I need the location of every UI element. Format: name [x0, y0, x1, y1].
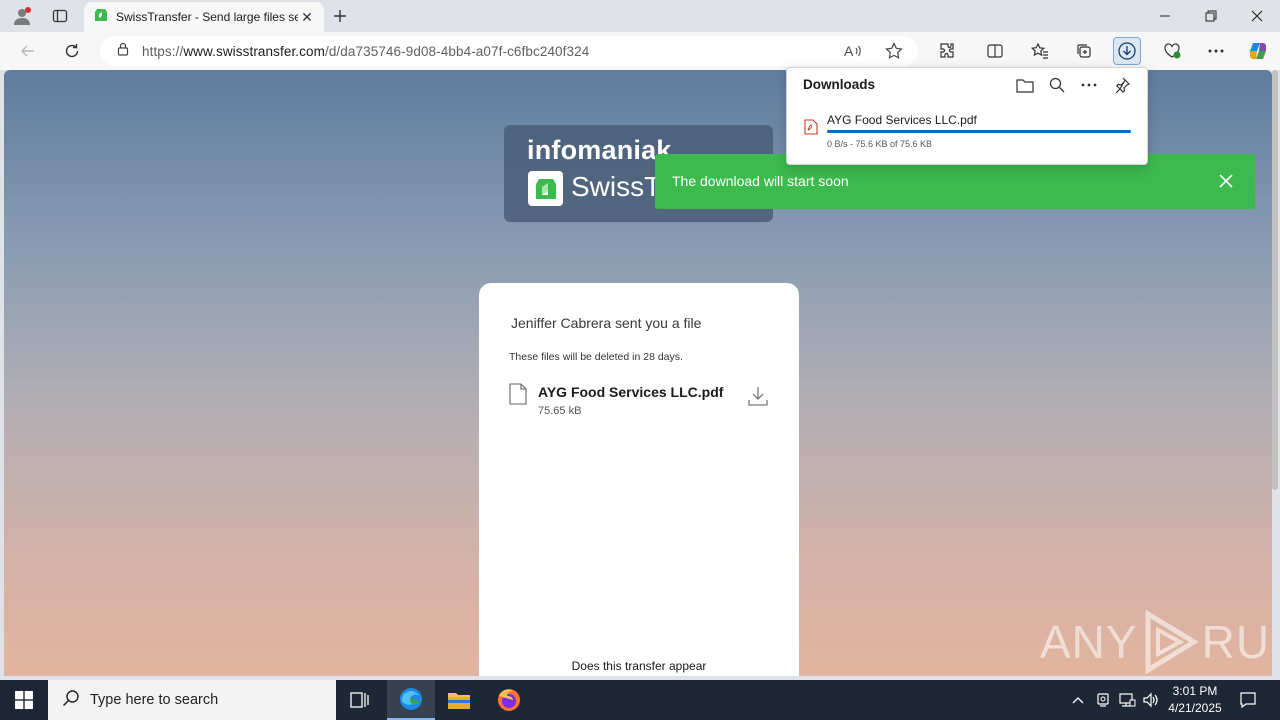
settings-more-icon[interactable] [1202, 37, 1230, 65]
anyrun-watermark: ANY RUN [1040, 610, 1272, 674]
close-window-button[interactable] [1234, 0, 1280, 32]
toast-message: The download will start soon [672, 173, 849, 189]
split-screen-icon[interactable] [981, 37, 1009, 65]
tab-close-icon[interactable]: ✕ [298, 8, 316, 26]
favorite-star-icon[interactable] [882, 39, 906, 63]
tab-title: SwissTransfer - Send large files se [116, 10, 298, 24]
product-name: SwissT [571, 171, 662, 202]
start-button[interactable] [0, 680, 48, 720]
file-size: 75.65 kB [538, 405, 582, 417]
search-downloads-icon[interactable] [1046, 74, 1068, 96]
swisstransfer-favicon [94, 8, 108, 27]
toast-close-icon[interactable] [1215, 170, 1237, 192]
taskbar-search-box[interactable]: Type here to search [48, 680, 336, 720]
browser-essentials-icon[interactable] [1158, 37, 1186, 65]
tab-actions-icon[interactable] [48, 4, 72, 28]
network-icon[interactable] [1117, 690, 1137, 710]
expiry-note: These files will be deleted in 28 days. [509, 351, 683, 363]
downloads-button[interactable] [1113, 37, 1141, 65]
read-aloud-icon[interactable]: A [841, 39, 865, 63]
volume-icon[interactable] [1141, 690, 1161, 710]
page-scrollbar[interactable] [1272, 70, 1278, 490]
downloads-panel: Downloads AYG Food Services LLC.pdf 0 B/… [786, 67, 1148, 165]
back-button[interactable] [14, 37, 42, 65]
file-name[interactable]: AYG Food Services LLC.pdf [538, 384, 723, 400]
clock-date: 4/21/2025 [1168, 701, 1222, 715]
taskbar-clock[interactable]: 3:01 PM 4/21/2025 [1160, 683, 1230, 717]
download-item-status: 0 B/s - 75.6 KB of 75.6 KB [827, 139, 933, 149]
download-file-button[interactable] [745, 383, 771, 409]
browser-toolbar: https://www.swisstransfer.com/d/da735746… [0, 32, 1280, 70]
lock-icon[interactable] [116, 42, 130, 61]
sender-line: Jeniffer Cabrera sent you a file [511, 315, 702, 331]
brand-name: infomaniak [527, 135, 672, 165]
pin-icon[interactable] [1111, 74, 1133, 96]
url-text: https://www.swisstransfer.com/d/da735746… [142, 43, 590, 59]
file-explorer-icon[interactable] [435, 680, 483, 720]
file-icon [509, 383, 527, 410]
restore-button[interactable] [1188, 0, 1234, 32]
extensions-icon[interactable] [933, 37, 961, 65]
browser-title-bar: SwissTransfer - Send large files se ✕ [0, 0, 1280, 32]
more-options-icon[interactable] [1078, 74, 1100, 96]
new-tab-button[interactable] [328, 4, 352, 28]
downloads-title: Downloads [803, 77, 876, 92]
download-progress-fill [827, 130, 1131, 133]
play-logo-icon [1145, 610, 1199, 674]
transfer-card: Jeniffer Cabrera sent you a file These f… [479, 283, 799, 676]
pdf-file-icon [804, 119, 818, 140]
download-progress-bar [827, 130, 1131, 133]
notifications-icon[interactable] [1238, 690, 1258, 710]
collections-icon[interactable] [1070, 37, 1098, 65]
show-hidden-icons[interactable] [1068, 690, 1088, 710]
firefox-icon[interactable] [485, 680, 533, 720]
refresh-button[interactable] [58, 37, 86, 65]
report-transfer-text: Does this transfer appear [571, 659, 707, 673]
copilot-icon[interactable] [1244, 37, 1272, 65]
search-icon [62, 689, 80, 712]
edge-taskbar-icon[interactable] [387, 680, 435, 720]
windows-taskbar: Type here to search 3:01 PM 4/21/2025 [0, 680, 1280, 720]
task-view-icon[interactable] [336, 680, 384, 720]
open-folder-icon[interactable] [1014, 74, 1036, 96]
download-item-name[interactable]: AYG Food Services LLC.pdf [827, 113, 977, 127]
address-bar[interactable]: https://www.swisstransfer.com/d/da735746… [100, 36, 918, 66]
favorites-icon[interactable] [1026, 37, 1054, 65]
svg-text:A: A [844, 43, 854, 59]
search-placeholder: Type here to search [90, 692, 219, 708]
minimize-button[interactable] [1142, 0, 1188, 32]
profile-icon[interactable] [10, 4, 34, 28]
device-icon[interactable] [1093, 690, 1113, 710]
clock-time: 3:01 PM [1172, 684, 1218, 698]
swisstransfer-logo-icon [528, 171, 563, 206]
browser-tab[interactable]: SwissTransfer - Send large files se ✕ [84, 2, 324, 32]
